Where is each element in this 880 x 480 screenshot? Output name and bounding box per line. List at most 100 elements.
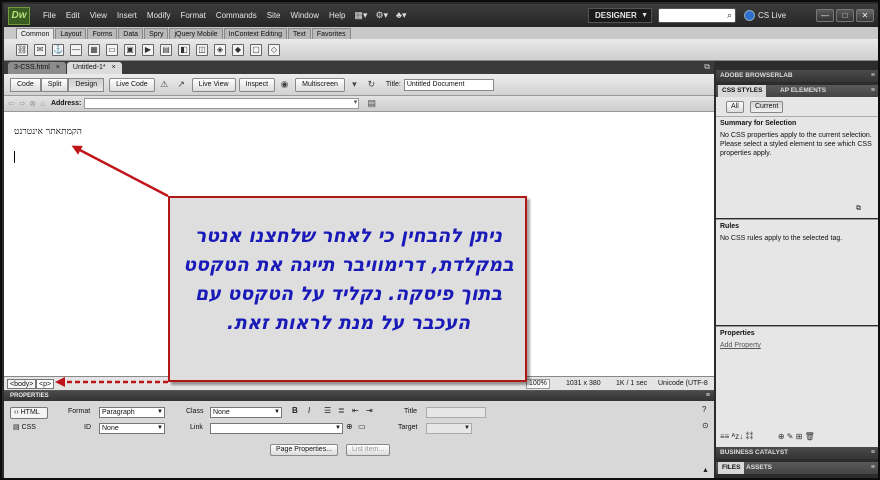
menu-help[interactable]: Help (324, 4, 350, 27)
menu-insert[interactable]: Insert (112, 4, 142, 27)
panel-menu-icon[interactable]: ≡ (871, 70, 875, 82)
inspect-css-icon[interactable]: ↗ (175, 78, 188, 91)
format-select[interactable]: Paragraph ▼ (99, 407, 165, 418)
outdent-icon[interactable]: ⇤ (352, 406, 359, 415)
multiscreen-button[interactable]: Multiscreen (295, 77, 345, 92)
date-icon[interactable]: ▤ (160, 43, 172, 56)
workspace-switcher[interactable]: DESIGNER ▼ (588, 8, 652, 23)
panel-menu-icon[interactable]: ≡ (871, 85, 875, 97)
email-link-icon[interactable]: ✉ (34, 43, 46, 56)
globe-icon[interactable]: ◉ (278, 78, 291, 91)
zoom-select[interactable]: 100% (526, 379, 550, 389)
insert-tab-jquery-mobile[interactable]: jQuery Mobile (169, 28, 223, 39)
code-view-button[interactable]: Code (10, 77, 41, 92)
design-view-button[interactable]: Design (68, 77, 105, 92)
tab-files[interactable]: FILES (718, 462, 745, 474)
site-icon[interactable]: ♣▾ (392, 10, 410, 21)
panel-menu-icon[interactable]: ≡ (871, 447, 875, 459)
search-input[interactable]: ⌕ (658, 8, 736, 23)
insert-tab-favorites[interactable]: Favorites (311, 28, 351, 39)
window-size[interactable]: 1031 x 380 (566, 378, 601, 390)
refresh-icon[interactable]: ↻ (365, 78, 378, 91)
insert-tab-text[interactable]: Text (287, 28, 311, 39)
css-mode-button[interactable]: ▤ CSS (10, 423, 48, 435)
stop-icon[interactable]: ⊗ (29, 99, 36, 108)
insert-tab-common[interactable]: Common (16, 28, 55, 39)
visual-aids-icon[interactable]: ▾ (348, 78, 361, 91)
insert-tab-incontext[interactable]: InContext Editing (223, 28, 287, 39)
current-button[interactable]: Current (750, 101, 784, 113)
menu-modify[interactable]: Modify (142, 4, 176, 27)
inspect-button[interactable]: Inspect (238, 77, 276, 92)
image-icon[interactable]: ▣ (124, 43, 136, 56)
panel-menu-icon[interactable]: ≡ (871, 462, 875, 474)
close-icon[interactable]: × (112, 64, 116, 71)
css-toolbar-icons[interactable]: ≡≡ ᴬz↓ ⁑⁑ ⊕ ✎ ⊞ 🗑 (720, 432, 815, 441)
indent-icon[interactable]: ⇥ (366, 406, 373, 415)
tab-css-styles[interactable]: CSS STYLES (718, 85, 767, 97)
class-select[interactable]: None ▼ (210, 407, 282, 418)
table-icon[interactable]: ▦ (88, 43, 100, 56)
tag-chooser-icon[interactable]: ◇ (268, 43, 280, 56)
restore-icon[interactable]: ⧉ (704, 62, 710, 72)
cs-live-button[interactable]: CS Live (744, 8, 786, 23)
panel-expand-icon[interactable]: ⧉ (856, 205, 861, 213)
menu-view[interactable]: View (85, 4, 112, 27)
menu-edit[interactable]: Edit (61, 4, 85, 27)
point-to-file-icon[interactable]: ⊕ (346, 422, 353, 431)
extend-gear-icon[interactable]: ⚙▾ (371, 10, 392, 21)
menu-format[interactable]: Format (175, 4, 210, 27)
check-browser-icon[interactable]: ⚠ (158, 78, 171, 91)
minimize-button[interactable]: — (816, 9, 834, 22)
horizontal-rule-icon[interactable]: — (70, 43, 82, 56)
tag-selector-body[interactable]: <body> (7, 379, 37, 389)
head-icon[interactable]: ◈ (214, 43, 226, 56)
link-input[interactable]: ▼ (210, 423, 343, 434)
home-icon[interactable]: ⌂ (40, 99, 45, 108)
bold-button[interactable]: B (292, 406, 298, 415)
business-catalyst-header[interactable]: BUSINESS CATALYST ≡ (716, 447, 878, 459)
add-property-link[interactable]: Add Property (716, 340, 878, 351)
document-paragraph[interactable]: הקמתאתר אינטרנט (14, 126, 82, 137)
script-icon[interactable]: ◆ (232, 43, 244, 56)
quick-tag-editor-icon[interactable]: ⊙ (702, 421, 709, 430)
insert-tab-spry[interactable]: Spry (144, 28, 169, 39)
browse-options-icon[interactable]: ▤ (365, 97, 378, 110)
media-icon[interactable]: ▶ (142, 43, 154, 56)
insert-tab-forms[interactable]: Forms (87, 28, 118, 39)
templates-icon[interactable]: ▢ (250, 43, 262, 56)
div-icon[interactable]: ▭ (106, 43, 118, 56)
collapse-icon[interactable]: ▲ (702, 467, 709, 474)
live-view-button[interactable]: Live View (191, 77, 236, 92)
doc-tab-untitled-1[interactable]: Untitled-1* × (66, 62, 122, 74)
browserlab-header[interactable]: ADOBE BROWSERLAB ≡ (716, 70, 878, 82)
doc-tab-3-css[interactable]: 3-CSS.html × (8, 62, 66, 74)
document-title-input[interactable]: Untitled Document (403, 78, 494, 91)
menu-file[interactable]: File (38, 4, 61, 27)
menu-site[interactable]: Site (262, 4, 286, 27)
page-properties-button[interactable]: Page Properties... (270, 444, 339, 456)
id-select[interactable]: None ▼ (99, 423, 165, 434)
tag-selector-p[interactable]: <p> (36, 379, 55, 389)
comment-icon[interactable]: ◫ (196, 43, 208, 56)
forward-icon[interactable]: ⇨ (19, 99, 26, 108)
named-anchor-icon[interactable]: ⚓ (52, 43, 64, 56)
browse-folder-icon[interactable]: ▭ (358, 422, 366, 431)
tab-assets[interactable]: ASSETS (742, 462, 776, 474)
live-code-button[interactable]: Live Code (109, 77, 155, 92)
close-button[interactable]: ✕ (856, 9, 874, 22)
ordered-list-icon[interactable]: ≣ (338, 406, 345, 415)
insert-tab-layout[interactable]: Layout (55, 28, 87, 39)
address-input[interactable]: ▾ (84, 98, 360, 109)
menu-commands[interactable]: Commands (211, 4, 262, 27)
layout-icon[interactable]: ▦▾ (350, 10, 371, 21)
insert-tab-data[interactable]: Data (118, 28, 144, 39)
server-side-include-icon[interactable]: ◧ (178, 43, 190, 56)
all-button[interactable]: All (726, 101, 744, 113)
maximize-button[interactable]: □ (836, 9, 854, 22)
close-icon[interactable]: × (56, 64, 60, 71)
split-view-button[interactable]: Split (40, 77, 69, 92)
hyperlink-icon[interactable]: ⛓ (16, 43, 28, 56)
tab-ap-elements[interactable]: AP ELEMENTS (776, 85, 830, 97)
panel-menu-icon[interactable]: ≡ (706, 391, 710, 401)
